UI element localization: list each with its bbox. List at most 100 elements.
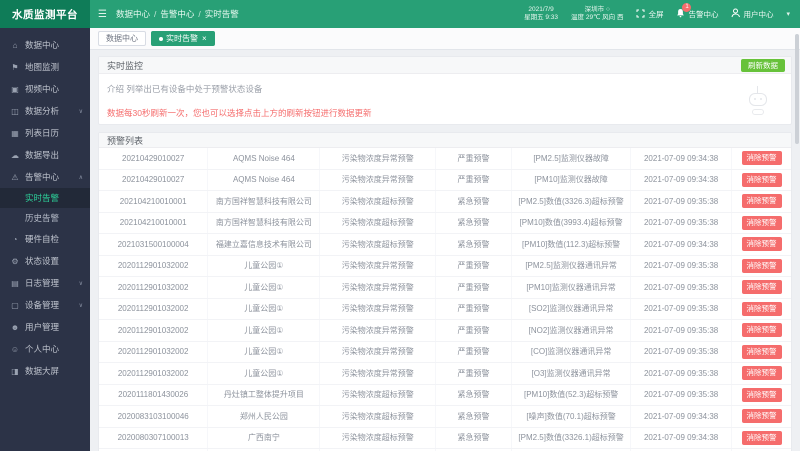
- cell-time: 2021-07-09 09:35:38: [631, 384, 733, 405]
- clear-alarm-button[interactable]: 消除预警: [741, 215, 782, 230]
- cell-content: [PM10]数值(112.3)超标预警: [512, 234, 632, 255]
- weather-icon: ○: [605, 5, 610, 13]
- fullscreen-button[interactable]: 全屏: [636, 9, 663, 20]
- cell-level: 严重预警: [436, 341, 513, 362]
- page-scrollbar[interactable]: [795, 34, 799, 144]
- cell-action: 消除预警: [732, 342, 791, 363]
- content-area: 实时监控 刷新数据 介绍 列举出已有设备中处于预警状态设备 数据每30秒刷新一次…: [90, 50, 800, 451]
- breadcrumb-item-2[interactable]: 实时告警: [205, 8, 239, 20]
- cell-level: 紧急预警: [436, 234, 513, 255]
- gear-icon: ⚙: [11, 256, 19, 266]
- tab-1[interactable]: 实时告警 ×: [151, 31, 215, 46]
- monitor-card-title: 实时监控: [107, 60, 144, 71]
- breadcrumb-item-0[interactable]: 数据中心: [116, 8, 150, 20]
- cell-level: 严重预警: [436, 148, 513, 169]
- breadcrumb-item-1[interactable]: 告警中心: [160, 8, 194, 20]
- sidebar-item-7[interactable]: ◔ 硬件自检: [0, 228, 90, 250]
- clear-alarm-button[interactable]: 消除预警: [741, 258, 782, 273]
- cell-no: 2020112901032002: [99, 363, 209, 384]
- cell-action: 消除预警: [732, 234, 791, 255]
- sidebar-item-2[interactable]: ▣ 视频中心: [0, 78, 90, 100]
- cell-time: 2021-07-09 09:35:38: [631, 277, 733, 298]
- clear-alarm-button[interactable]: 消除预警: [741, 194, 782, 209]
- header-datetime: 2021/7/9 星期五 9:33: [524, 6, 558, 23]
- clear-alarm-button[interactable]: 消除预警: [741, 409, 782, 424]
- cell-time: 2021-07-09 09:35:38: [631, 320, 733, 341]
- table-row: 2020083103100046 郑州人民公园 污染物浓度超标预警 紧急预警 [噪声]数…: [99, 406, 791, 428]
- weather-city-line: 深圳市 ○: [584, 5, 610, 13]
- sidebar-menu: ⌂ 数据中心 ⚑ 地图监测 ▣ 视频中心 ◫ 数据分析 ∨ ▦ 列表日历 ☁ 数据导出 ⚠ 告警中心 ∧ 实时告…: [0, 34, 90, 382]
- sidebar-item-label: 列表日历: [25, 128, 60, 138]
- sidebar-item-10[interactable]: ▢ 设备管理 ∨: [0, 294, 90, 316]
- log-icon: ▤: [11, 278, 19, 288]
- cell-action: 消除预警: [732, 299, 791, 320]
- clear-alarm-button[interactable]: 消除预警: [741, 344, 782, 359]
- cell-no: 2021031500100004: [99, 234, 209, 255]
- sidebar-item-label: 告警中心: [25, 172, 60, 182]
- sidebar-subitem-6-0[interactable]: 实时告警: [0, 188, 90, 208]
- chart-icon: ◫: [11, 106, 19, 116]
- menu-collapse-icon[interactable]: ☰: [98, 9, 107, 20]
- table-row: 20210429010027 AQMS Noise 464 污染物浓度异常预警 严重预…: [99, 169, 791, 191]
- cell-type: 污染物浓度异常预警: [320, 148, 436, 169]
- sidebar-item-3[interactable]: ◫ 数据分析 ∨: [0, 100, 90, 122]
- cell-device: 丹灶镇工整体提升项目: [208, 384, 321, 405]
- breadcrumb: 数据中心 / 告警中心 / 实时告警: [116, 8, 239, 20]
- robot-illustration: [747, 86, 769, 118]
- clear-alarm-button[interactable]: 消除预警: [741, 366, 782, 381]
- clear-alarm-button[interactable]: 消除预警: [741, 430, 782, 445]
- clear-alarm-button[interactable]: 消除预警: [741, 280, 782, 295]
- tab-0[interactable]: 数据中心: [98, 31, 146, 46]
- sidebar-item-label: 硬件自检: [25, 234, 60, 244]
- close-icon[interactable]: ×: [202, 34, 207, 43]
- clear-alarm-button[interactable]: 消除预警: [741, 237, 782, 252]
- cell-content: [CO]监测仪器通讯异常: [512, 341, 632, 362]
- clear-alarm-button[interactable]: 消除预警: [741, 387, 782, 402]
- refresh-data-button[interactable]: 刷新数据: [741, 59, 785, 72]
- tab-bar: 数据中心 实时告警 ×: [90, 28, 800, 50]
- cell-content: [PM2.5]数值(3326.3)超标预警: [512, 191, 632, 212]
- sidebar-item-13[interactable]: ◨ 数据大屏: [0, 360, 90, 382]
- cell-action: 消除预警: [732, 256, 791, 277]
- cell-device: AQMS Noise 464: [208, 148, 321, 169]
- cell-no: 2020112901032002: [99, 320, 209, 341]
- sidebar-subitem-6-1[interactable]: 历史告警: [0, 208, 90, 228]
- clear-alarm-button[interactable]: 消除预警: [741, 151, 782, 166]
- sidebar-item-label: 视频中心: [25, 84, 60, 94]
- sidebar-item-6[interactable]: ⚠ 告警中心 ∧: [0, 166, 90, 188]
- table-row: 202104210010001 南方国祥智慧科技有限公司 污染物浓度超标预警 紧急预警…: [99, 191, 791, 213]
- cell-level: 严重预警: [436, 363, 513, 384]
- alarm-table: 20210429010027 AQMS Noise 464 污染物浓度异常预警 严重预…: [99, 148, 791, 451]
- cell-no: 2020112901032002: [99, 298, 209, 319]
- sidebar-item-0[interactable]: ⌂ 数据中心: [0, 34, 90, 56]
- sidebar-item-12[interactable]: ☺ 个人中心: [0, 338, 90, 360]
- chevron-down-icon[interactable]: ▾: [786, 10, 790, 18]
- sidebar-item-5[interactable]: ☁ 数据导出: [0, 144, 90, 166]
- sidebar: ⌂ 数据中心 ⚑ 地图监测 ▣ 视频中心 ◫ 数据分析 ∨ ▦ 列表日历 ☁ 数据导出 ⚠ 告警中心 ∧ 实时告…: [0, 28, 90, 451]
- cell-type: 污染物浓度超标预警: [320, 234, 436, 255]
- sidebar-item-8[interactable]: ⚙ 状态设置: [0, 250, 90, 272]
- sidebar-item-1[interactable]: ⚑ 地图监测: [0, 56, 90, 78]
- cell-type: 污染物浓度超标预警: [320, 427, 436, 448]
- clear-alarm-button[interactable]: 消除预警: [741, 301, 782, 316]
- cell-content: [PM10]数值(3993.4)超标预警: [512, 212, 632, 233]
- cell-level: 严重预警: [436, 298, 513, 319]
- header-weather: 深圳市 ○ 温度 29℃ 风向 西: [571, 6, 623, 23]
- sidebar-item-label: 设备管理: [25, 300, 60, 310]
- chevron-up-icon: ∧: [78, 174, 83, 181]
- cell-type: 污染物浓度异常预警: [320, 169, 436, 190]
- sidebar-item-11[interactable]: ☻ 用户管理: [0, 316, 90, 338]
- cell-no: 20210429010027: [99, 169, 209, 190]
- intro-text: 介绍 列举出已有设备中处于预警状态设备: [107, 84, 263, 94]
- sidebar-item-4[interactable]: ▦ 列表日历: [0, 122, 90, 144]
- table-row: 2020111801430026 丹灶镇工整体提升项目 污染物浓度超标预警 紧急预警[…: [99, 384, 791, 406]
- active-tab-dot: [159, 36, 163, 41]
- home-icon: ⌂: [12, 40, 18, 50]
- user-center-button[interactable]: 用户中心: [731, 8, 773, 20]
- clear-alarm-button[interactable]: 消除预警: [741, 323, 782, 338]
- clear-alarm-button[interactable]: 消除预警: [741, 172, 782, 187]
- cell-type: 污染物浓度异常预警: [320, 298, 436, 319]
- sidebar-item-9[interactable]: ▤ 日志管理 ∨: [0, 272, 90, 294]
- alarm-center-button[interactable]: 1 告警中心: [676, 3, 718, 20]
- chevron-down-icon: ∨: [78, 302, 83, 309]
